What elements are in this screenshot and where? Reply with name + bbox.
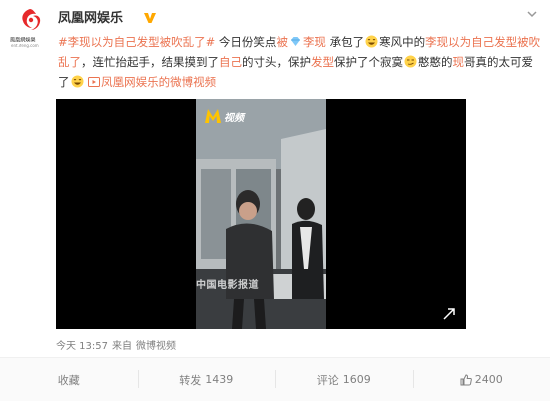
favorite-button[interactable]: 收藏 xyxy=(0,358,138,401)
expand-icon[interactable] xyxy=(442,307,456,321)
post-text-highlight: 发型 xyxy=(311,55,334,69)
source-prefix: 来自 xyxy=(112,341,132,352)
video-watermark: 视频 xyxy=(204,107,244,125)
post-text-segment: 今日份笑点 xyxy=(215,35,277,49)
avatar-caption-sub: ent.ifeng.com xyxy=(11,44,39,49)
chevron-down-icon[interactable] xyxy=(526,8,538,20)
laughing-emoji-icon xyxy=(365,35,378,48)
post-text-segment: 憨憨的 xyxy=(418,55,453,69)
action-bar: 收藏 转发 1439 评论 1609 2400 xyxy=(0,358,550,401)
user-mention-link[interactable]: 李现 xyxy=(303,35,326,49)
post-text-segment: 保护了个寂寞 xyxy=(334,55,403,69)
video-player[interactable]: 视频 中国电影报道 xyxy=(56,99,466,329)
post-text-segment: 承包了 xyxy=(325,35,365,49)
post-text-segment: 的寸头，保护 xyxy=(242,55,311,69)
source-link[interactable]: 微博视频 xyxy=(136,341,176,352)
repost-button[interactable]: 转发 1439 xyxy=(137,358,276,401)
post-text-highlight: 被 xyxy=(276,35,288,49)
verified-icon xyxy=(144,13,156,23)
repost-count: 1439 xyxy=(205,373,234,386)
post-text-segment: 寒风中的 xyxy=(379,35,426,49)
video-watermark-text: 视频 xyxy=(224,112,244,124)
post-time[interactable]: 今天 13:57 xyxy=(56,341,108,352)
video-link-label: 凤凰网娱乐的微博视频 xyxy=(101,75,217,89)
video-source-link[interactable]: 凤凰网娱乐的微博视频 xyxy=(88,75,216,89)
diamond-icon xyxy=(290,37,300,46)
phoenix-logo-icon xyxy=(17,7,43,33)
favorite-label: 收藏 xyxy=(57,373,80,387)
account-name[interactable]: 凤凰网娱乐 xyxy=(58,10,123,28)
post-text-highlight: 自己 xyxy=(219,55,242,69)
comment-label: 评论 xyxy=(316,373,339,387)
like-button[interactable]: 2400 xyxy=(412,358,550,401)
video-caption: 中国电影报道 xyxy=(196,280,259,291)
avatar-caption: 鳳凰網娛樂 xyxy=(10,37,36,43)
thumbs-up-icon xyxy=(460,373,472,385)
hashtag-link[interactable]: #李现以为自己发型被吹乱了# xyxy=(58,35,215,49)
avatar[interactable]: 鳳凰網娛樂 ent.ifeng.com xyxy=(10,6,50,50)
repost-label: 转发 xyxy=(179,373,202,387)
comment-button[interactable]: 评论 1609 xyxy=(275,358,413,401)
video-link-icon xyxy=(88,77,101,87)
smirk-emoji-icon xyxy=(404,55,417,68)
comment-count: 1609 xyxy=(342,373,371,386)
post-text-segment: ，连忙抬起手，结果摸到了 xyxy=(81,55,219,69)
post-meta: 今天 13:57 来自 微博视频 xyxy=(56,337,180,352)
video-frame xyxy=(196,99,326,329)
m-logo-icon xyxy=(205,109,221,123)
laughing-emoji-icon xyxy=(71,75,83,88)
post-text-highlight: 现 xyxy=(452,55,465,69)
like-count: 2400 xyxy=(474,373,503,386)
post-text: #李现以为自己发型被吹乱了# 今日份笑点被 李现 承包了 寒风中的李现以为自己发型被… xyxy=(58,32,543,92)
